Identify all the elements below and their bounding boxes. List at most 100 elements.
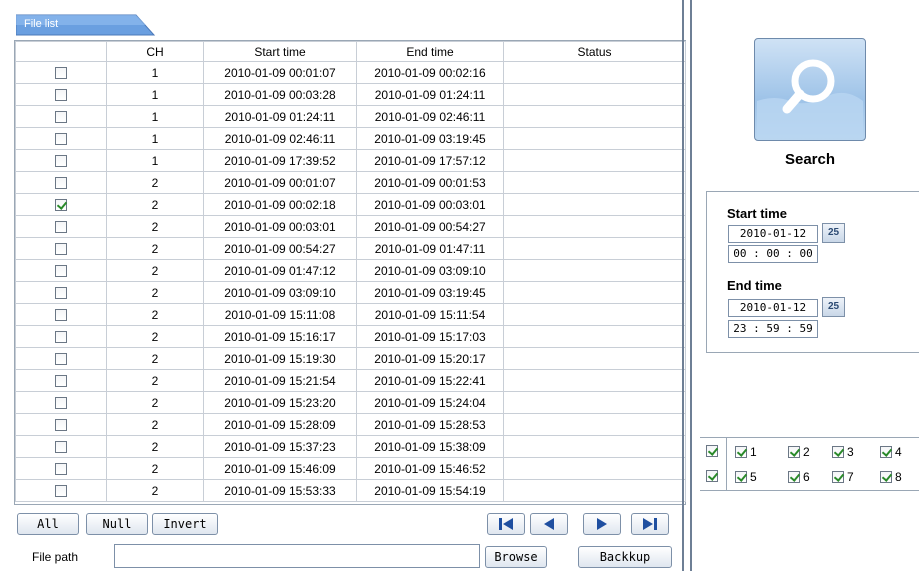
row-checkbox[interactable] (55, 397, 67, 410)
row-checkbox[interactable] (55, 89, 67, 102)
start-time-cell: 2010-01-09 15:46:09 (203, 457, 357, 480)
start-time-field[interactable]: 00 : 00 : 00 (728, 245, 818, 263)
row-checkbox[interactable] (55, 485, 67, 498)
col-header-end-time[interactable]: End time (356, 41, 504, 62)
select-null-button[interactable]: Null (86, 513, 148, 535)
channel-checkbox[interactable]: 2 (788, 445, 810, 459)
row-checkbox-cell[interactable] (15, 171, 107, 194)
start-date-field[interactable]: 2010-01-12 (728, 225, 818, 243)
row-checkbox-cell[interactable] (15, 105, 107, 128)
browse-button[interactable]: Browse (485, 546, 547, 568)
next-page-button[interactable] (583, 513, 621, 535)
row-checkbox-cell[interactable] (15, 457, 107, 480)
table-row[interactable]: 1 2010-01-09 02:46:11 2010-01-09 03:19:45 (15, 127, 686, 150)
table-row[interactable]: 1 2010-01-09 01:24:11 2010-01-09 02:46:11 (15, 105, 686, 128)
row-checkbox[interactable] (55, 265, 67, 278)
table-row[interactable]: 2 2010-01-09 15:11:08 2010-01-09 15:11:54 (15, 303, 686, 326)
select-all-button[interactable]: All (17, 513, 79, 535)
row-checkbox[interactable] (55, 155, 67, 168)
col-header-start-time[interactable]: Start time (203, 41, 357, 62)
start-time-cell: 2010-01-09 00:02:18 (203, 193, 357, 216)
end-calendar-button[interactable]: 25 (822, 297, 845, 317)
table-row[interactable]: 2 2010-01-09 15:37:23 2010-01-09 15:38:09 (15, 435, 686, 458)
row-checkbox-cell[interactable] (15, 237, 107, 260)
table-row[interactable]: 2 2010-01-09 15:21:54 2010-01-09 15:22:41 (15, 369, 686, 392)
invert-selection-button[interactable]: Invert (152, 513, 218, 535)
row-checkbox[interactable] (55, 331, 67, 344)
col-header-status[interactable]: Status (503, 41, 686, 62)
row-checkbox-cell[interactable] (15, 413, 107, 436)
table-row[interactable]: 2 2010-01-09 15:23:20 2010-01-09 15:24:04 (15, 391, 686, 414)
row-checkbox[interactable] (55, 67, 67, 80)
table-row[interactable]: 2 2010-01-09 15:28:09 2010-01-09 15:28:53 (15, 413, 686, 436)
end-time-field[interactable]: 23 : 59 : 59 (728, 320, 818, 338)
row-checkbox-cell[interactable] (15, 215, 107, 238)
table-row[interactable]: 2 2010-01-09 15:46:09 2010-01-09 15:46:52 (15, 457, 686, 480)
channel-checkbox[interactable]: 3 (832, 445, 854, 459)
row-checkbox-cell[interactable] (15, 325, 107, 348)
table-row[interactable]: 2 2010-01-09 03:09:10 2010-01-09 03:19:45 (15, 281, 686, 304)
row-checkbox[interactable] (55, 199, 67, 212)
table-row[interactable]: 2 2010-01-09 15:53:33 2010-01-09 15:54:19 (15, 479, 686, 502)
file-table-container: CH Start time End time Status 1 2010-01-0… (14, 40, 686, 505)
row-checkbox[interactable] (55, 419, 67, 432)
row-checkbox[interactable] (55, 463, 67, 476)
row-checkbox[interactable] (55, 375, 67, 388)
row-checkbox-cell[interactable] (15, 391, 107, 414)
tab-file-list[interactable]: File list (16, 14, 156, 36)
table-row[interactable]: 2 2010-01-09 00:54:27 2010-01-09 01:47:11 (15, 237, 686, 260)
table-row[interactable]: 1 2010-01-09 00:01:07 2010-01-09 00:02:16 (15, 61, 686, 84)
row-checkbox[interactable] (55, 243, 67, 256)
table-row[interactable]: 2 2010-01-09 01:47:12 2010-01-09 03:09:10 (15, 259, 686, 282)
table-row[interactable]: 2 2010-01-09 00:03:01 2010-01-09 00:54:27 (15, 215, 686, 238)
row-checkbox-cell[interactable] (15, 303, 107, 326)
row-checkbox-cell[interactable] (15, 435, 107, 458)
file-path-input[interactable] (114, 544, 480, 568)
channel-label: 6 (803, 470, 810, 484)
table-row[interactable]: 2 2010-01-09 15:19:30 2010-01-09 15:20:17 (15, 347, 686, 370)
col-header-ch[interactable]: CH (106, 41, 204, 62)
status-cell (503, 391, 686, 414)
row-checkbox-cell[interactable] (15, 259, 107, 282)
backup-button[interactable]: Backkup (578, 546, 672, 568)
last-page-button[interactable] (631, 513, 669, 535)
channel-row-toggle[interactable] (706, 445, 718, 457)
table-row[interactable]: 2 2010-01-09 00:02:18 2010-01-09 00:03:01 (15, 193, 686, 216)
channel-checkbox[interactable]: 7 (832, 470, 854, 484)
first-page-button[interactable] (487, 513, 525, 535)
table-row[interactable]: 1 2010-01-09 00:03:28 2010-01-09 01:24:11 (15, 83, 686, 106)
start-calendar-button[interactable]: 25 (822, 223, 845, 243)
row-checkbox-cell[interactable] (15, 193, 107, 216)
status-cell (503, 215, 686, 238)
table-row[interactable]: 2 2010-01-09 00:01:07 2010-01-09 00:01:53 (15, 171, 686, 194)
row-checkbox[interactable] (55, 309, 67, 322)
row-checkbox-cell[interactable] (15, 281, 107, 304)
row-checkbox-cell[interactable] (15, 149, 107, 172)
start-time-cell: 2010-01-09 00:01:07 (203, 171, 357, 194)
row-checkbox-cell[interactable] (15, 347, 107, 370)
channel-checkbox[interactable]: 6 (788, 470, 810, 484)
end-time-cell: 2010-01-09 15:46:52 (356, 457, 504, 480)
end-date-field[interactable]: 2010-01-12 (728, 299, 818, 317)
search-button[interactable] (754, 38, 866, 141)
row-checkbox[interactable] (55, 177, 67, 190)
row-checkbox[interactable] (55, 353, 67, 366)
channel-checkbox[interactable]: 5 (735, 470, 757, 484)
previous-page-button[interactable] (530, 513, 568, 535)
row-checkbox-cell[interactable] (15, 61, 107, 84)
channel-row-toggle[interactable] (706, 470, 718, 482)
row-checkbox-cell[interactable] (15, 127, 107, 150)
channel-checkbox[interactable]: 1 (735, 445, 757, 459)
row-checkbox[interactable] (55, 221, 67, 234)
table-row[interactable]: 1 2010-01-09 17:39:52 2010-01-09 17:57:12 (15, 149, 686, 172)
row-checkbox[interactable] (55, 287, 67, 300)
channel-checkbox[interactable]: 8 (880, 470, 902, 484)
row-checkbox[interactable] (55, 133, 67, 146)
row-checkbox[interactable] (55, 111, 67, 124)
channel-checkbox[interactable]: 4 (880, 445, 902, 459)
row-checkbox-cell[interactable] (15, 479, 107, 502)
row-checkbox-cell[interactable] (15, 369, 107, 392)
row-checkbox-cell[interactable] (15, 83, 107, 106)
table-row[interactable]: 2 2010-01-09 15:16:17 2010-01-09 15:17:03 (15, 325, 686, 348)
row-checkbox[interactable] (55, 441, 67, 454)
